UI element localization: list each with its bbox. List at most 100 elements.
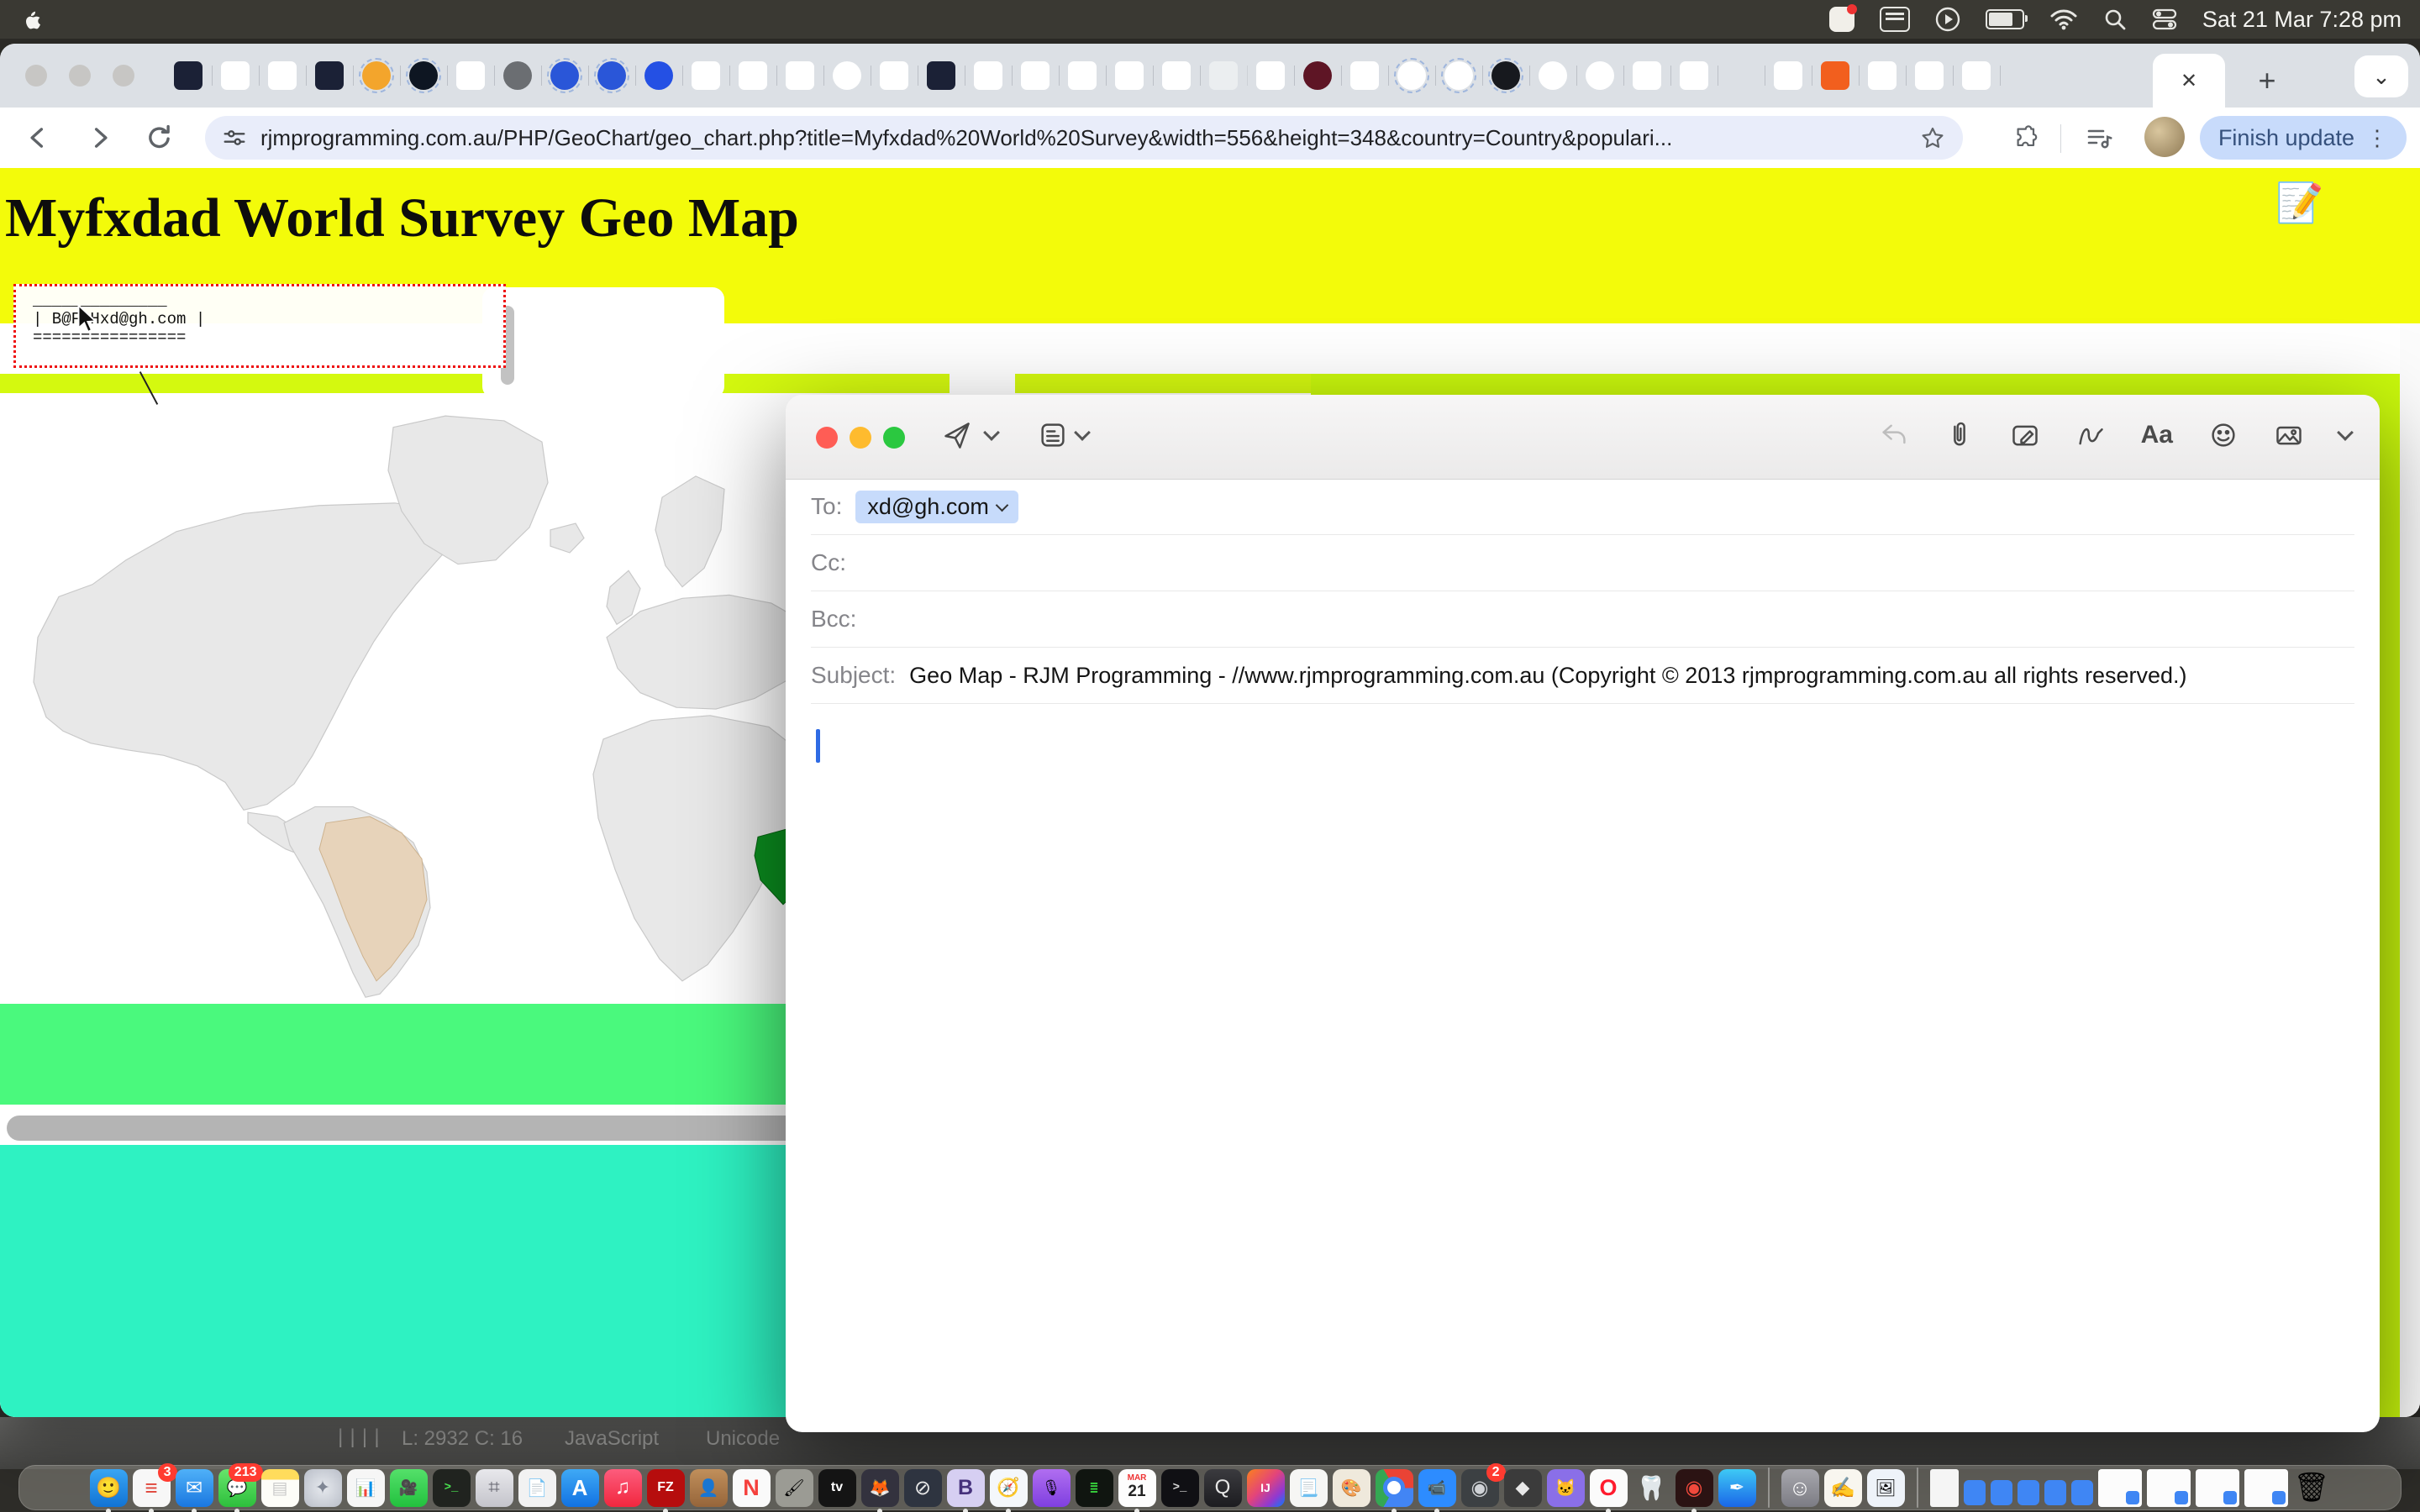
active-tab[interactable]: ✕ — [2153, 54, 2225, 108]
control-center-icon[interactable] — [2152, 5, 2177, 34]
tab-overflow-button[interactable]: ⌄ — [2354, 55, 2408, 97]
input-source-icon[interactable] — [1880, 5, 1910, 34]
dock-launchpad[interactable]: ✦ — [304, 1469, 342, 1507]
dock-filezilla[interactable]: FZ — [647, 1469, 685, 1507]
dock-minimized-safari-window[interactable] — [2044, 1480, 2066, 1505]
tab-chart[interactable] — [1868, 61, 1897, 90]
tab-chart[interactable] — [1115, 61, 1144, 90]
tab-afl[interactable] — [1303, 61, 1332, 90]
dock-calculator[interactable]: ⌗ — [476, 1469, 513, 1507]
subject-field[interactable]: Subject: Geo Map - RJM Programming - //w… — [811, 648, 2354, 704]
tab-globe[interactable] — [833, 61, 861, 90]
tab-stack-overflow[interactable] — [1821, 61, 1849, 90]
dock-minimized-safari-window[interactable] — [1991, 1480, 2012, 1505]
menu-clock[interactable]: Sat 21 Mar 7:28 pm — [2202, 7, 2402, 33]
dock-textedit[interactable]: 📄 — [518, 1469, 556, 1507]
back-button[interactable] — [24, 123, 54, 153]
dock-minimized-safari-window[interactable] — [1964, 1480, 1986, 1505]
bcc-field[interactable]: Bcc: — [811, 591, 2354, 648]
url-text[interactable]: rjmprogramming.com.au/PHP/GeoChart/geo_c… — [260, 125, 1919, 151]
dock-minimized-page[interactable] — [2244, 1469, 2288, 1507]
dock-reminders[interactable]: ≡ 3 — [133, 1469, 171, 1507]
dock-news[interactable]: N — [733, 1469, 771, 1507]
dock-gimp[interactable]: 🖌 — [776, 1469, 813, 1507]
new-tab-button[interactable]: + — [2245, 59, 2289, 102]
to-field[interactable]: To: xd@gh.com — [811, 479, 2354, 535]
site-settings-icon[interactable] — [222, 125, 247, 150]
tab-chrome-gray[interactable] — [503, 61, 532, 90]
message-body[interactable] — [786, 704, 2380, 1426]
dock-opera[interactable]: O — [1590, 1469, 1628, 1507]
playback-icon[interactable] — [1935, 5, 1960, 34]
mail-minimize-button[interactable] — [850, 427, 871, 449]
tab-chart[interactable] — [880, 61, 908, 90]
photos-chevron-icon[interactable] — [2337, 424, 2354, 441]
dock-stickies[interactable]: ✍ — [1824, 1469, 1862, 1507]
dock-divider[interactable] — [1917, 1467, 1918, 1508]
dock-numbers[interactable]: 📊 — [347, 1469, 385, 1507]
zoom-window-button[interactable] — [113, 65, 134, 87]
dock-intellij[interactable]: IJ — [1247, 1469, 1285, 1507]
minimize-window-button[interactable] — [69, 65, 91, 87]
tab-abc[interactable] — [644, 61, 673, 90]
dock-minimized-safari-window[interactable] — [2071, 1480, 2093, 1505]
dock-accessibility[interactable]: ☺ — [1781, 1469, 1819, 1507]
send-icon[interactable] — [942, 420, 972, 450]
dock-quicktime[interactable]: Q — [1204, 1469, 1242, 1507]
spotlight-icon[interactable] — [2103, 5, 2127, 34]
dock-photo-browser[interactable]: 🖼 — [1867, 1469, 1905, 1507]
tab-substack[interactable] — [315, 61, 344, 90]
dock-minimized-document[interactable] — [1930, 1469, 1959, 1507]
dock-app-store[interactable]: A — [561, 1469, 599, 1507]
bookmark-star-icon[interactable] — [1919, 124, 1946, 151]
tab-sparkline-doc[interactable] — [786, 61, 814, 90]
to-recipient-token[interactable]: xd@gh.com — [855, 491, 1018, 523]
markup-icon[interactable] — [2010, 420, 2040, 450]
tab-gmail[interactable] — [268, 61, 297, 90]
dock-podcasts[interactable]: 🎙 — [1033, 1469, 1071, 1507]
dock-terminal[interactable]: >_ — [433, 1469, 471, 1507]
tab-settings[interactable] — [1962, 61, 1991, 90]
profile-avatar[interactable] — [2144, 117, 2185, 157]
extensions-icon[interactable] — [2013, 124, 2040, 151]
tab-google-cloud[interactable] — [1350, 61, 1379, 90]
tab-s-circle[interactable] — [1491, 61, 1520, 90]
app-notification-icon[interactable] — [1829, 5, 1854, 34]
dock-inkscape[interactable]: ◆ — [1504, 1469, 1542, 1507]
tab-google[interactable] — [1397, 61, 1426, 90]
media-queue-icon[interactable] — [2086, 124, 2112, 151]
dock-minimized-page[interactable] — [2098, 1469, 2142, 1507]
editor-language-selector[interactable]: JavaScript — [565, 1427, 659, 1451]
tab-orange-site[interactable] — [362, 61, 391, 90]
mail-close-button[interactable] — [816, 427, 838, 449]
tab-globe[interactable] — [1586, 61, 1614, 90]
tab-chart[interactable] — [1162, 61, 1191, 90]
tab-chart[interactable] — [1680, 61, 1708, 90]
tab-chart[interactable] — [692, 61, 720, 90]
memo-icon[interactable]: 📝 — [2275, 180, 2323, 226]
format-icon[interactable]: Aa — [2141, 421, 2173, 449]
address-bar[interactable]: rjmprogramming.com.au/PHP/GeoChart/geo_c… — [205, 116, 1963, 160]
finish-update-button[interactable]: Finish update ⋮ — [2200, 116, 2407, 160]
apple-menu-icon[interactable] — [22, 5, 42, 34]
dock-bbedit[interactable]: B — [947, 1469, 985, 1507]
editor-encoding[interactable]: Unicode — [706, 1427, 780, 1451]
dock-mail[interactable]: ✉ — [176, 1469, 213, 1507]
dock-minimized-page[interactable] — [2147, 1469, 2191, 1507]
tab-substack[interactable] — [927, 61, 955, 90]
battery-icon[interactable] — [1986, 5, 2024, 34]
tab-chart[interactable] — [1256, 61, 1285, 90]
dock-chrome[interactable] — [1376, 1469, 1413, 1507]
reload-button[interactable] — [145, 123, 175, 153]
tab-audio-speaker-icon[interactable] — [1727, 61, 1755, 90]
tab-chart[interactable] — [739, 61, 767, 90]
tab-chart-faded[interactable] — [1209, 61, 1238, 90]
tab-globe[interactable] — [1539, 61, 1567, 90]
dock-pixelmator[interactable]: ✒ — [1718, 1469, 1756, 1507]
dock-firefox[interactable]: 🦊 — [861, 1469, 899, 1507]
close-tab-icon[interactable]: ✕ — [2181, 69, 2197, 93]
dock-facetime[interactable]: 🎥 — [390, 1469, 428, 1507]
scribble-icon[interactable] — [2075, 420, 2106, 450]
tab-chart[interactable] — [974, 61, 1002, 90]
browser-menu-icon[interactable]: ⋮ — [2366, 125, 2388, 151]
